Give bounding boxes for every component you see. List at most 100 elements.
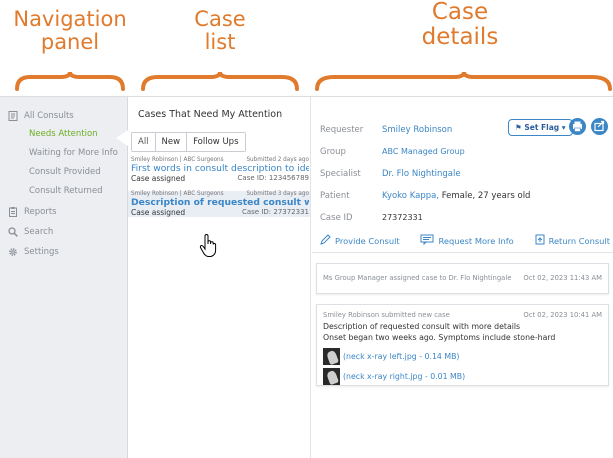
tab-new[interactable]: New: [155, 133, 188, 151]
nav-sub-consult-returned[interactable]: Consult Returned: [29, 186, 103, 196]
print-icon: [573, 121, 582, 132]
tab-follow-ups[interactable]: Follow Ups: [187, 133, 245, 151]
nav-item-reports[interactable]: Reports: [8, 207, 57, 217]
annotation-list-line1: Case: [194, 7, 246, 31]
action-label: Provide Consult: [335, 235, 400, 246]
case-id-value: 27372331: [382, 213, 423, 222]
nav-sub-needs-attention[interactable]: Needs Attention: [29, 129, 98, 139]
case-description: Description of requested consult with mo…: [131, 197, 309, 208]
nav-item-label: Reports: [24, 207, 57, 217]
patient-info: Female, 27 years old: [439, 191, 531, 201]
patient-link[interactable]: Kyoko Kappa,: [382, 191, 439, 201]
case-id: Case ID: 123456789: [237, 174, 309, 182]
divider: [312, 252, 613, 253]
attachment-link[interactable]: (neck x-ray left.jpg - 0.14 MB): [323, 348, 602, 366]
case-status-row: Case assigned Case ID: 27372331: [131, 208, 309, 217]
print-button[interactable]: [569, 118, 586, 135]
annotation-navigation-panel: Navigation panel: [0, 7, 140, 55]
case-list-item[interactable]: Smiley Robinson | ABC Surgeons Submitted…: [128, 157, 310, 183]
nav-item-search[interactable]: Search: [8, 227, 53, 237]
case-description: First words in consult description to id…: [131, 163, 309, 174]
action-label: Return Consult: [548, 235, 610, 246]
field-patient: Patient Kyoko Kappa, Female, 27 years ol…: [320, 191, 530, 201]
event-body: Description of requested consult with mo…: [323, 322, 602, 343]
hand-cursor-icon: [199, 234, 217, 257]
case-actions: Provide Consult Request More Info Return…: [320, 234, 610, 247]
case-filter-tabs: All New Follow Ups: [131, 132, 246, 152]
gear-icon: [8, 247, 18, 257]
field-label: Patient: [320, 191, 350, 201]
share-button[interactable]: [591, 118, 608, 135]
field-case-id: Case ID 27372331: [320, 213, 423, 223]
annotation-nav-line1: Navigation: [13, 7, 127, 31]
annotation-case-list: Case list: [150, 7, 290, 55]
field-label: Group: [320, 147, 346, 157]
xray-thumbnail: [323, 368, 340, 386]
xray-thumbnail: [323, 348, 340, 366]
specialist-link[interactable]: Dr. Flo Nightingale: [382, 169, 461, 179]
request-more-info-button[interactable]: Request More Info: [420, 234, 514, 247]
brace-case-list: [141, 71, 299, 91]
field-specialist: Specialist Dr. Flo Nightingale: [320, 169, 461, 179]
flag-icon: ⚑: [515, 123, 525, 132]
nav-item-label: Settings: [24, 247, 59, 257]
field-group: Group ABC Managed Group: [320, 147, 465, 157]
nav-sub-consult-provided[interactable]: Consult Provided: [29, 167, 101, 177]
application-window: All Consults Needs Attention Waiting for…: [0, 96, 613, 458]
search-icon: [8, 227, 18, 237]
attachment-label: (neck x-ray left.jpg - 0.14 MB): [343, 352, 460, 362]
active-pointer-arrow: [116, 130, 128, 146]
event-text: Smiley Robinson submitted new case: [323, 311, 450, 319]
annotation-list-line2: list: [204, 30, 236, 55]
action-label: Request More Info: [438, 235, 514, 246]
nav-item-label: Search: [24, 227, 54, 237]
event-card-assigned: Ms Group Manager assigned case to Dr. Fl…: [316, 263, 609, 294]
event-date: Oct 02, 2023 11:43 AM: [523, 274, 602, 282]
provide-consult-button[interactable]: Provide Consult: [320, 234, 400, 247]
pen-icon: [320, 234, 331, 247]
event-card-submitted: Smiley Robinson submitted new case Oct 0…: [316, 304, 609, 386]
field-label: Requester: [320, 125, 364, 135]
share-icon: [594, 120, 605, 132]
case-id: Case ID: 27372331: [241, 208, 309, 216]
group-link[interactable]: ABC Managed Group: [382, 147, 465, 157]
nav-sub-waiting-for-more-info[interactable]: Waiting for More Info: [29, 148, 118, 158]
event-text: Ms Group Manager assigned case to Dr. Fl…: [323, 274, 512, 282]
clipboard-icon: [8, 207, 18, 217]
brace-navigation: [15, 71, 125, 91]
case-list-panel: Cases That Need My Attention All New Fol…: [128, 97, 311, 458]
event-body-line: Description of requested consult with mo…: [323, 322, 521, 331]
field-label: Specialist: [320, 169, 361, 179]
chat-icon: [420, 234, 434, 247]
nav-item-settings[interactable]: Settings: [8, 247, 59, 257]
case-list-title: Cases That Need My Attention: [138, 109, 283, 120]
annotation-case-details: Case details: [330, 0, 590, 51]
case-status: Case assigned: [131, 174, 186, 183]
field-label: Case ID: [320, 213, 353, 223]
event-date: Oct 02, 2023 10:41 AM: [523, 311, 602, 319]
annotation-details-line2: details: [421, 24, 499, 51]
nav-item-label: All Consults: [24, 111, 74, 121]
set-flag-label: Set Flag: [524, 123, 560, 132]
requester-link[interactable]: Smiley Robinson: [382, 125, 452, 135]
nav-item-all-consults[interactable]: All Consults: [8, 111, 74, 121]
case-status: Case assigned: [131, 208, 186, 217]
event-header: Ms Group Manager assigned case to Dr. Fl…: [323, 274, 602, 282]
case-list-item-selected[interactable]: Smiley Robinson | ABC Surgeons Submitted…: [128, 191, 310, 217]
event-header: Smiley Robinson submitted new case Oct 0…: [323, 311, 602, 319]
attachment-link[interactable]: (neck x-ray right.jpg - 0.01 MB): [323, 368, 602, 386]
brace-case-details: [315, 71, 612, 91]
tab-all[interactable]: All: [132, 133, 156, 151]
attachment-label: (neck x-ray right.jpg - 0.01 MB): [343, 372, 466, 382]
case-status-row: Case assigned Case ID: 123456789: [131, 174, 309, 183]
annotation-details-line1: Case: [431, 0, 489, 25]
case-details-panel: ⚑ Set Flag ▾ Requester Smiley Robinson G…: [312, 97, 613, 458]
caret-down-icon: ▾: [559, 123, 566, 132]
return-consult-button[interactable]: Return Consult: [535, 234, 610, 247]
return-icon: [535, 234, 545, 247]
field-requester: Requester Smiley Robinson: [320, 125, 452, 135]
event-body-line: Onset began two weeks ago. Symptoms incl…: [323, 332, 556, 342]
set-flag-button[interactable]: ⚑ Set Flag ▾: [508, 119, 573, 136]
document-icon: [8, 111, 18, 121]
annotation-nav-line2: panel: [40, 30, 100, 55]
